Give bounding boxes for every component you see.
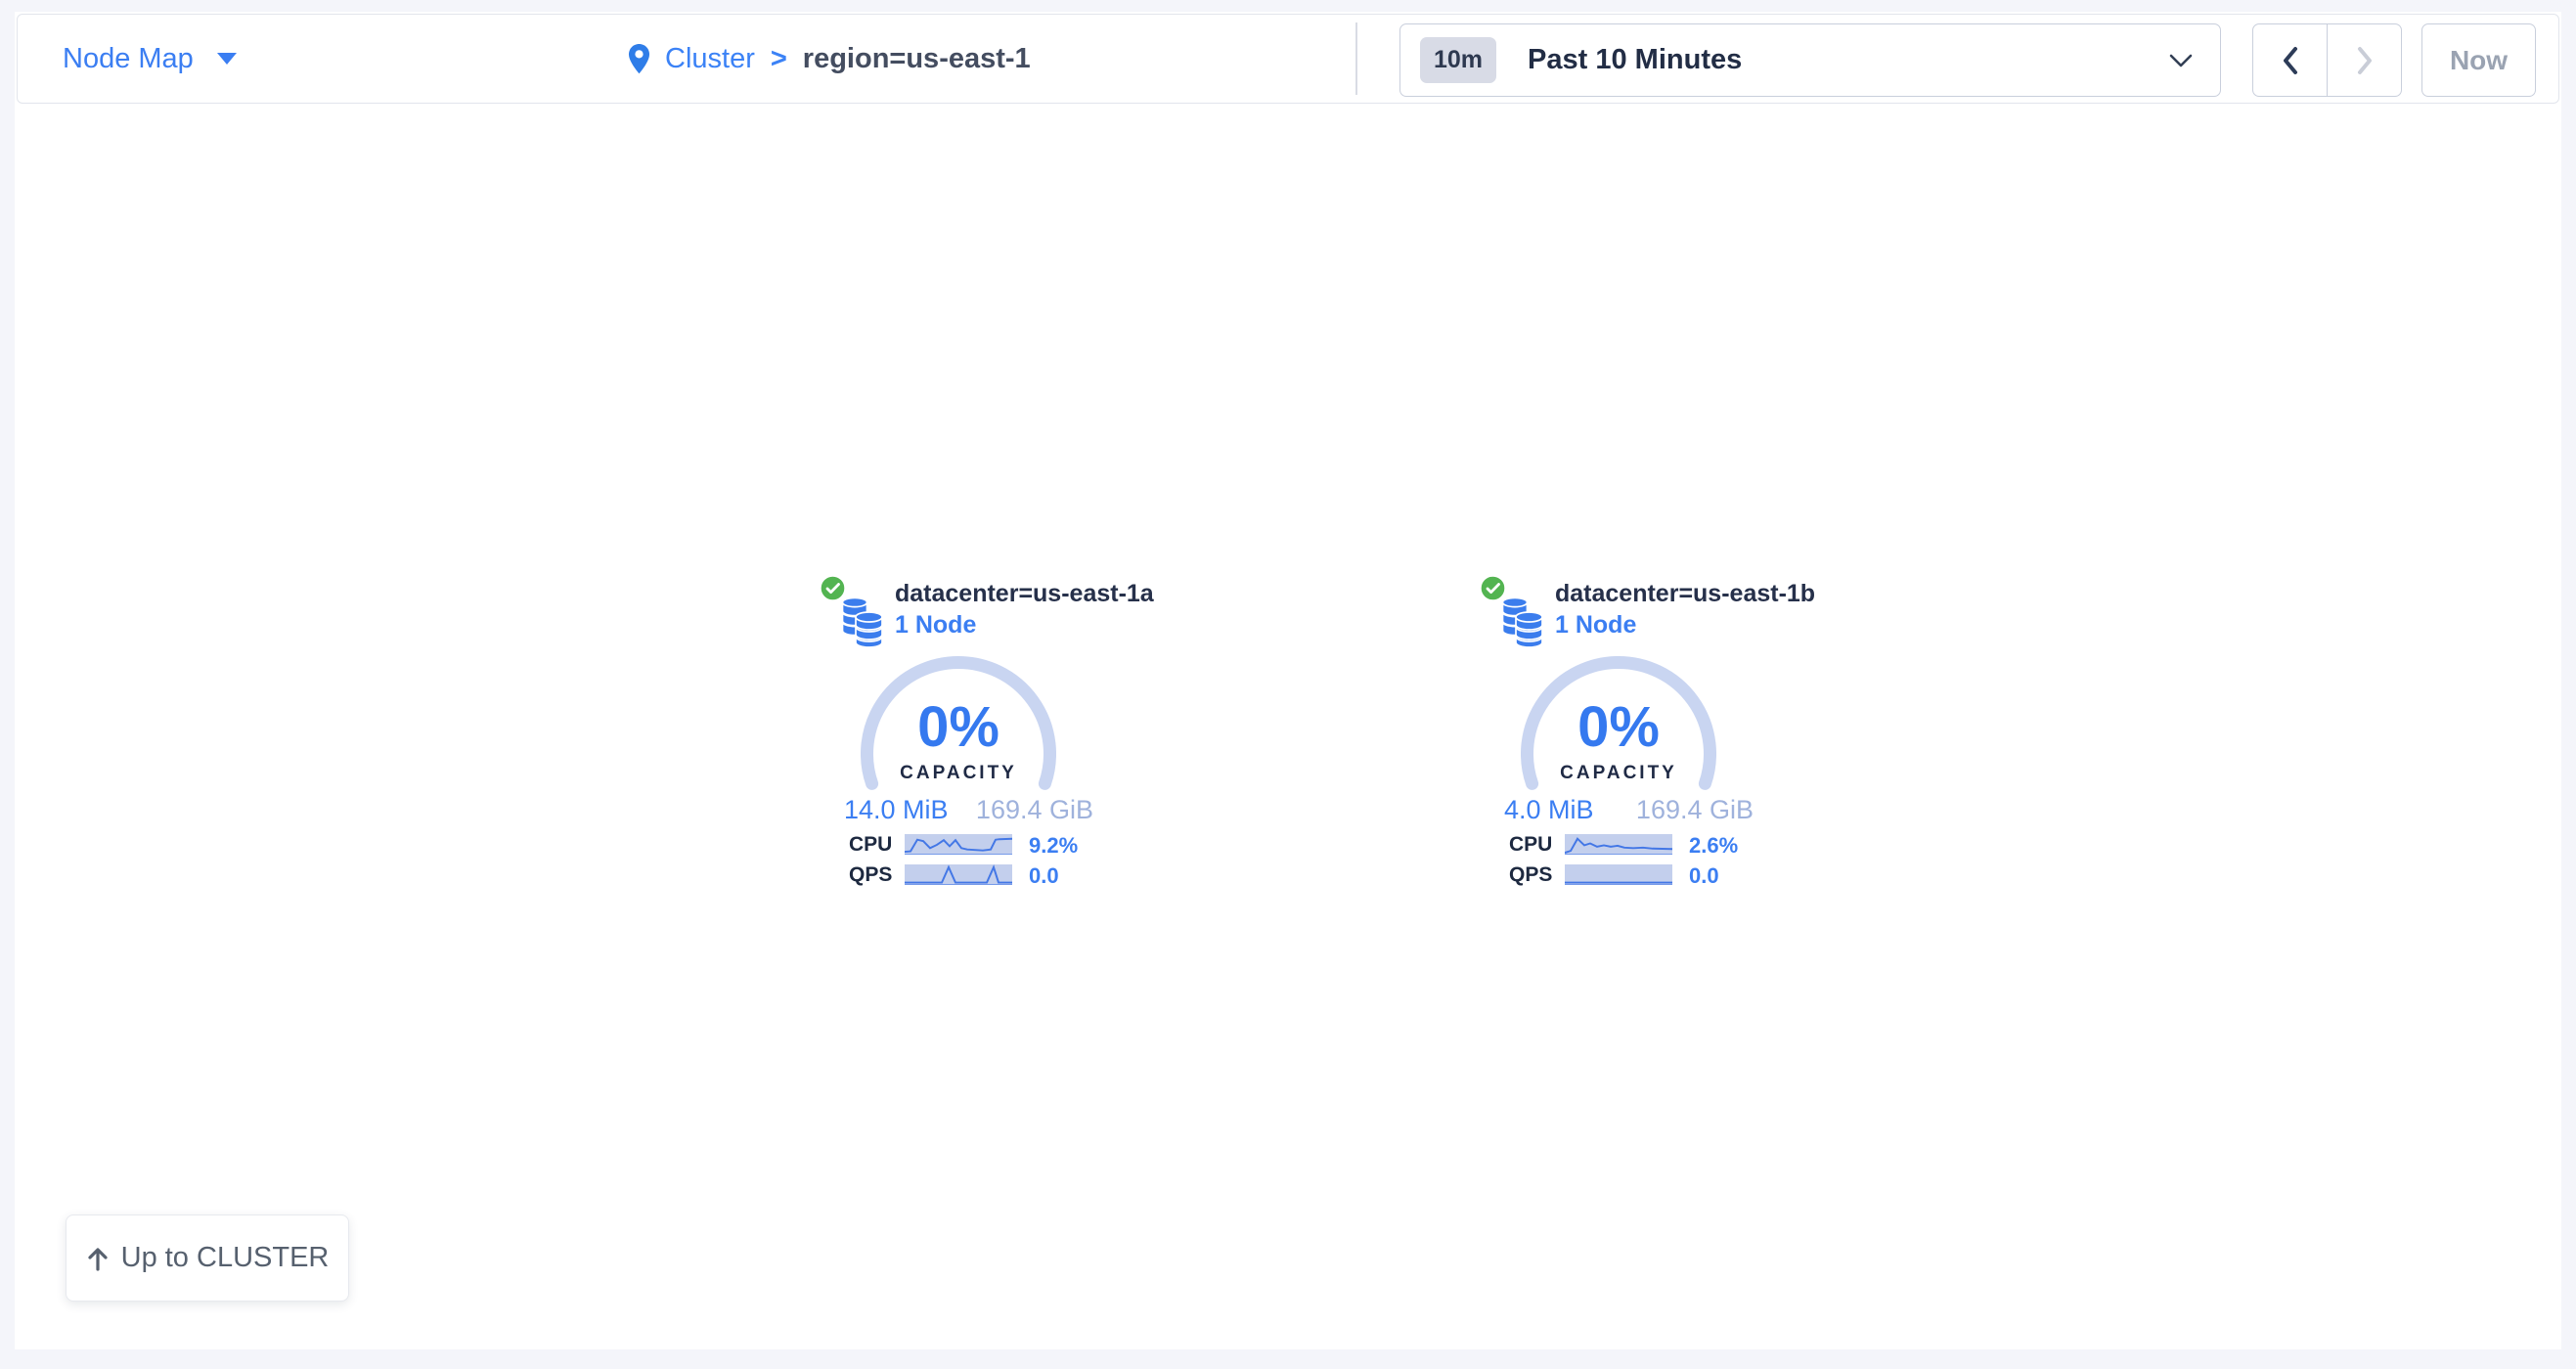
capacity-caption: CAPACITY	[812, 763, 1105, 784]
up-to-cluster-button[interactable]: Up to CLUSTER	[66, 1214, 349, 1302]
topbar-divider	[1355, 22, 1357, 95]
breadcrumb: Cluster > region=us-east-1	[627, 15, 1031, 103]
capacity-total: 169.4 GiB	[976, 795, 1093, 825]
capacity-gauge: 0% CAPACITY	[1472, 655, 1765, 802]
topbar: Node Map Cluster > region=us-east-1 10m …	[17, 14, 2559, 104]
qps-label: QPS	[1509, 863, 1552, 887]
qps-value: 0.0	[1029, 863, 1059, 889]
database-stack-icon	[839, 596, 888, 649]
breadcrumb-separator: >	[771, 43, 787, 75]
breadcrumb-cluster-link[interactable]: Cluster	[665, 43, 755, 75]
view-selector-label: Node Map	[63, 43, 194, 75]
capacity-gauge: 0% CAPACITY	[812, 655, 1105, 802]
database-stack-icon	[1499, 596, 1548, 649]
app-panel: Node Map Cluster > region=us-east-1 10m …	[15, 12, 2561, 1349]
prev-time-button[interactable]	[2252, 23, 2328, 97]
view-selector-dropdown[interactable]: Node Map	[63, 15, 237, 103]
next-time-button[interactable]	[2327, 23, 2402, 97]
capacity-values-row: 14.0 MiB 169.4 GiB	[812, 795, 1105, 825]
chevron-right-icon	[2356, 46, 2374, 75]
cpu-value: 2.6%	[1689, 833, 1738, 859]
chevron-down-icon	[2169, 54, 2193, 68]
caret-down-icon	[217, 53, 237, 65]
qps-metric-row: QPS 0.0	[812, 864, 1105, 885]
cpu-value: 9.2%	[1029, 833, 1078, 859]
cpu-metric-row: CPU 2.6%	[1472, 834, 1765, 855]
qps-sparkline	[1565, 864, 1672, 885]
location-pin-icon	[627, 43, 651, 75]
time-nav-group	[2252, 23, 2402, 97]
qps-sparkline	[905, 864, 1012, 885]
datacenter-title: datacenter=us-east-1a	[895, 580, 1154, 608]
cpu-sparkline	[1565, 834, 1672, 855]
chevron-left-icon	[2282, 46, 2299, 75]
qps-metric-row: QPS 0.0	[1472, 864, 1765, 885]
healthy-check-icon	[1480, 575, 1506, 601]
node-count: 1 Node	[1555, 611, 1636, 640]
capacity-total: 169.4 GiB	[1636, 795, 1754, 825]
datacenter-card[interactable]: datacenter=us-east-1b 1 Node 0% CAPACITY…	[1472, 572, 1765, 895]
cpu-metric-row: CPU 9.2%	[812, 834, 1105, 855]
capacity-percent: 0%	[1472, 699, 1765, 756]
healthy-check-icon	[820, 575, 846, 601]
capacity-values-row: 4.0 MiB 169.4 GiB	[1472, 795, 1765, 825]
datacenter-card[interactable]: datacenter=us-east-1a 1 Node 0% CAPACITY…	[812, 572, 1105, 895]
cpu-sparkline	[905, 834, 1012, 855]
capacity-used: 4.0 MiB	[1504, 795, 1594, 825]
qps-label: QPS	[849, 863, 892, 887]
datacenter-title: datacenter=us-east-1b	[1555, 580, 1815, 608]
node-map-screen: Node Map Cluster > region=us-east-1 10m …	[0, 0, 2576, 1369]
time-window-dropdown[interactable]: 10m Past 10 Minutes	[1399, 23, 2221, 97]
breadcrumb-current: region=us-east-1	[803, 43, 1031, 75]
arrow-up-icon	[86, 1246, 110, 1271]
cpu-label: CPU	[849, 833, 892, 857]
capacity-used: 14.0 MiB	[844, 795, 949, 825]
qps-value: 0.0	[1689, 863, 1719, 889]
cpu-label: CPU	[1509, 833, 1552, 857]
time-window-badge: 10m	[1420, 37, 1496, 83]
capacity-percent: 0%	[812, 699, 1105, 756]
capacity-caption: CAPACITY	[1472, 763, 1765, 784]
time-window-label: Past 10 Minutes	[1528, 44, 1742, 76]
node-count: 1 Node	[895, 611, 976, 640]
up-to-cluster-label: Up to CLUSTER	[121, 1242, 330, 1274]
now-button[interactable]: Now	[2421, 23, 2536, 97]
